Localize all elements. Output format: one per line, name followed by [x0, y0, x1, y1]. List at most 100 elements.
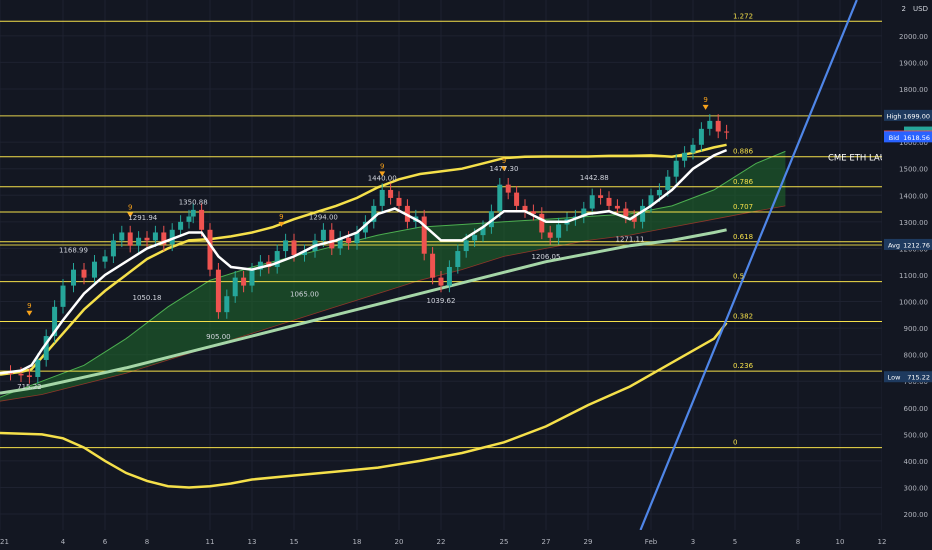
fib-level-label: 0.886 — [733, 148, 754, 156]
candle-body[interactable] — [446, 266, 452, 286]
candle-body[interactable] — [110, 240, 116, 257]
candle-body[interactable] — [690, 144, 696, 153]
candle-body[interactable] — [379, 189, 385, 206]
candle-body[interactable] — [18, 373, 24, 376]
x-tick-label: 29 — [584, 538, 593, 546]
candle-body[interactable] — [320, 229, 326, 241]
candle-body[interactable] — [539, 213, 545, 233]
candle-body[interactable] — [152, 232, 158, 241]
fib-level-label: 0.382 — [733, 312, 753, 320]
y-tick-label: 1100.00 — [899, 272, 928, 280]
peak-label: 905.00 — [206, 333, 231, 341]
peak-label: 1168.99 — [59, 247, 88, 255]
candle-body[interactable] — [497, 184, 503, 212]
candle-body[interactable] — [178, 221, 184, 230]
peak-label: 1291.94 — [128, 214, 157, 222]
x-tick-label: 2021 — [0, 538, 9, 546]
candle-body[interactable] — [35, 359, 41, 377]
candle-body[interactable] — [396, 197, 402, 206]
candle-body[interactable] — [199, 209, 205, 230]
candle-body[interactable] — [438, 277, 444, 286]
x-tick-label: 4 — [61, 538, 66, 546]
candle-body[interactable] — [190, 209, 196, 217]
chart-root: 999999 715.22 1168.99 1291.94 1050.18 1350.8… — [0, 0, 932, 550]
y-tick-label: 1300.00 — [899, 219, 928, 227]
candle-body[interactable] — [598, 195, 604, 198]
candle-body[interactable] — [207, 229, 213, 270]
peak-label: 715.22 — [17, 383, 42, 391]
candle-body[interactable] — [127, 232, 133, 246]
y-tick-label: 2000.00 — [899, 33, 928, 41]
candle-body[interactable] — [232, 277, 238, 297]
y-tick-label: 300.00 — [904, 484, 929, 492]
candle-body[interactable] — [623, 208, 629, 217]
candle-body[interactable] — [388, 189, 394, 198]
candle-body[interactable] — [724, 131, 730, 133]
candle-body[interactable] — [589, 195, 595, 209]
time-axis-background — [0, 530, 932, 550]
candle-body[interactable] — [224, 296, 230, 313]
fib-level-label: 1.272 — [733, 12, 753, 20]
candle-body[interactable] — [215, 269, 221, 313]
price-flag-value: 1699.00 — [903, 112, 930, 120]
candle-body[interactable] — [102, 256, 108, 262]
candle-body[interactable] — [455, 251, 461, 267]
x-tick-label: 8 — [796, 538, 800, 546]
candle-body[interactable] — [514, 192, 520, 206]
peak-label: 1039.62 — [427, 297, 456, 305]
x-tick-label: 5 — [733, 538, 737, 546]
candle-body[interactable] — [707, 120, 713, 129]
price-chart[interactable]: 999999 715.221168.991291.941050.181350.8… — [0, 0, 932, 550]
candle-body[interactable] — [421, 216, 427, 254]
candle-body[interactable] — [26, 375, 32, 377]
x-tick-label: Feb — [645, 538, 658, 546]
candle-body[interactable] — [556, 224, 562, 238]
candle-body[interactable] — [614, 205, 620, 209]
peak-label: 1440.00 — [368, 175, 397, 183]
candle-body[interactable] — [547, 232, 553, 238]
x-tick-label: 12 — [878, 538, 887, 546]
candle-body[interactable] — [291, 240, 297, 256]
candle-body[interactable] — [60, 285, 66, 307]
candle-body[interactable] — [136, 237, 142, 246]
x-tick-label: 11 — [206, 538, 215, 546]
candle-body[interactable] — [186, 216, 192, 222]
candle-body[interactable] — [249, 269, 255, 286]
candle-body[interactable] — [92, 261, 97, 278]
y-tick-label: 600.00 — [904, 405, 929, 413]
peak-label: 1050.18 — [133, 294, 162, 302]
candle-body[interactable] — [656, 189, 662, 196]
td-nine-label: 9 — [279, 213, 283, 221]
fib-level-label: 0.707 — [733, 203, 753, 211]
price-flag-label: High — [887, 112, 902, 120]
candle-body[interactable] — [472, 235, 478, 241]
price-flag-label: Low — [888, 374, 901, 382]
candle-body[interactable] — [119, 232, 125, 241]
y-tick-label: 200.00 — [904, 511, 929, 519]
candle-body[interactable] — [283, 240, 289, 252]
x-tick-label: 10 — [836, 538, 845, 546]
candle-body[interactable] — [463, 240, 469, 252]
candle-body[interactable] — [715, 120, 721, 132]
y-tick-label: 400.00 — [904, 458, 929, 466]
candle-body[interactable] — [673, 160, 679, 177]
candle-body[interactable] — [71, 269, 76, 286]
candle-body[interactable] — [505, 184, 511, 193]
td-nine-label: 9 — [703, 96, 707, 104]
fib-level-label: 0.5 — [733, 273, 744, 281]
candle-body[interactable] — [606, 197, 612, 206]
x-tick-label: 20 — [395, 538, 404, 546]
currency-label: USD — [913, 5, 928, 13]
peak-label: 1271.11 — [616, 236, 645, 244]
currency-multiplier: 2 — [902, 5, 906, 13]
candle-body[interactable] — [665, 176, 671, 190]
candle-body[interactable] — [81, 269, 87, 278]
candle-body[interactable] — [144, 237, 150, 241]
candle-body[interactable] — [682, 152, 688, 161]
candle-body[interactable] — [698, 128, 704, 145]
candle-body[interactable] — [329, 229, 335, 249]
candle-body[interactable] — [640, 205, 646, 222]
candle-body[interactable] — [241, 277, 247, 286]
candle-body[interactable] — [430, 253, 436, 278]
candle-body[interactable] — [346, 237, 352, 244]
